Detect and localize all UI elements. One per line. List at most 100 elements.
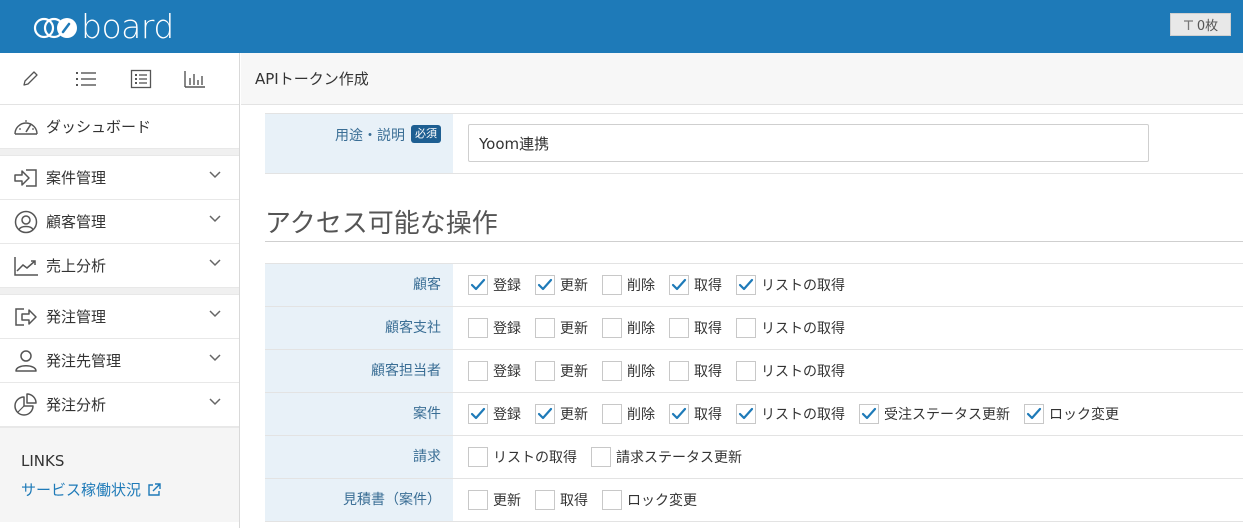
permission-option-label: ロック変更 — [1049, 407, 1119, 423]
sidebar-item-customers[interactable]: 顧客管理 — [0, 200, 239, 244]
links-section: LINKS サービス稼働状況 — [0, 427, 239, 522]
permission-option-label: 登録 — [493, 364, 521, 380]
permission-checkbox[interactable]: リストの取得 — [468, 447, 577, 467]
checkbox-unchecked[interactable] — [535, 318, 555, 338]
permission-checkbox[interactable]: 取得 — [669, 361, 722, 381]
checkbox-checked[interactable] — [468, 275, 488, 295]
app-logo[interactable]: board — [33, 7, 174, 47]
purpose-input[interactable] — [468, 124, 1149, 162]
checkbox-checked[interactable] — [468, 404, 488, 424]
sidebar-item-label: 売上分析 — [46, 257, 107, 275]
checkbox-checked[interactable] — [736, 275, 756, 295]
chevron-down-icon — [209, 398, 221, 406]
permission-checkbox[interactable]: 取得 — [669, 318, 722, 338]
list-icon — [75, 71, 96, 86]
permission-checkbox[interactable]: ロック変更 — [602, 490, 697, 510]
external-link-icon — [148, 482, 161, 496]
page-title: APIトークン作成 — [255, 70, 369, 88]
permission-checkbox[interactable]: 更新 — [535, 361, 588, 381]
permission-option-label: 削除 — [627, 364, 655, 380]
permission-checkbox[interactable]: 削除 — [602, 404, 655, 424]
checkbox-checked[interactable] — [535, 404, 555, 424]
permission-checkbox[interactable]: 登録 — [468, 361, 521, 381]
checkbox-unchecked[interactable] — [535, 361, 555, 381]
checkbox-unchecked[interactable] — [591, 447, 611, 467]
tool-pencil[interactable] — [20, 64, 75, 94]
link-service-status[interactable]: サービス稼働状況 — [21, 479, 239, 500]
permission-checkbox[interactable]: 請求ステータス更新 — [591, 447, 742, 467]
permission-checkbox[interactable]: リストの取得 — [736, 275, 845, 295]
sidebar-item-label: ダッシュボード — [46, 118, 152, 136]
permission-option-label: 更新 — [560, 364, 588, 380]
sidebar-item-dashboard[interactable]: ダッシュボード — [0, 105, 239, 149]
tool-bar-chart[interactable] — [184, 64, 239, 94]
permission-option-label: 更新 — [493, 493, 521, 509]
permission-checkbox[interactable]: 取得 — [535, 490, 588, 510]
permission-row: 顧客支社 登録 更新 削除 取得 リストの取得 — [265, 307, 1243, 350]
checkbox-unchecked[interactable] — [535, 490, 555, 510]
checkbox-unchecked[interactable] — [602, 490, 622, 510]
permission-option-label: 更新 — [560, 407, 588, 423]
permission-checkbox[interactable]: 更新 — [535, 318, 588, 338]
sidebar-divider — [0, 288, 239, 295]
logo-text: board — [81, 7, 174, 46]
sidebar-item-sales-analysis[interactable]: 売上分析 — [0, 244, 239, 288]
permission-option-label: 取得 — [694, 407, 722, 423]
permission-checkbox[interactable]: 受注ステータス更新 — [859, 404, 1010, 424]
permission-checkbox[interactable]: 削除 — [602, 275, 655, 295]
checkbox-checked[interactable] — [736, 404, 756, 424]
permission-option-label: 削除 — [627, 278, 655, 294]
permission-checkbox[interactable]: リストの取得 — [736, 318, 845, 338]
user-circle-icon — [12, 210, 40, 234]
sidebar-item-projects[interactable]: 案件管理 — [0, 156, 239, 200]
checkbox-checked[interactable] — [859, 404, 879, 424]
permission-checkbox[interactable]: リストの取得 — [736, 361, 845, 381]
checkmark-icon — [671, 407, 687, 420]
checkbox-checked[interactable] — [535, 275, 555, 295]
permission-checkbox[interactable]: 更新 — [535, 275, 588, 295]
permission-checkbox[interactable]: 登録 — [468, 275, 521, 295]
permission-checkbox[interactable]: 取得 — [669, 404, 722, 424]
checkbox-unchecked[interactable] — [736, 361, 756, 381]
permission-checkbox[interactable]: リストの取得 — [736, 404, 845, 424]
permission-option-label: リストの取得 — [761, 278, 845, 294]
permission-checkbox[interactable]: 削除 — [602, 318, 655, 338]
permission-checkbox[interactable]: 更新 — [535, 404, 588, 424]
permission-checkbox[interactable]: 削除 — [602, 361, 655, 381]
permission-checkbox[interactable]: 取得 — [669, 275, 722, 295]
checkbox-checked[interactable] — [1024, 404, 1044, 424]
checkbox-unchecked[interactable] — [602, 275, 622, 295]
checkbox-unchecked[interactable] — [669, 318, 689, 338]
tool-document-list[interactable] — [130, 64, 185, 94]
checkbox-unchecked[interactable] — [468, 447, 488, 467]
pin-counter[interactable]: 0枚 — [1170, 13, 1231, 36]
trend-chart-icon — [12, 254, 40, 278]
link-label: サービス稼働状況 — [21, 481, 142, 499]
sidebar-item-orders[interactable]: 発注管理 — [0, 295, 239, 339]
permission-checkbox[interactable]: 更新 — [468, 490, 521, 510]
share-out-icon — [12, 305, 40, 329]
checkbox-unchecked[interactable] — [602, 318, 622, 338]
checkbox-unchecked[interactable] — [468, 361, 488, 381]
permission-label: 顧客担当者 — [265, 350, 453, 392]
permission-option-label: 登録 — [493, 407, 521, 423]
checkmark-icon — [1026, 407, 1042, 420]
checkbox-unchecked[interactable] — [602, 404, 622, 424]
checkbox-unchecked[interactable] — [669, 361, 689, 381]
permission-checkbox[interactable]: 登録 — [468, 404, 521, 424]
permission-option-label: 更新 — [560, 321, 588, 337]
checkbox-checked[interactable] — [669, 275, 689, 295]
checkbox-unchecked[interactable] — [468, 318, 488, 338]
permission-checkbox[interactable]: ロック変更 — [1024, 404, 1119, 424]
sidebar-toolbar — [0, 53, 239, 105]
sidebar-item-order-analysis[interactable]: 発注分析 — [0, 383, 239, 427]
permission-checkbox[interactable]: 登録 — [468, 318, 521, 338]
checkbox-unchecked[interactable] — [602, 361, 622, 381]
checkbox-unchecked[interactable] — [468, 490, 488, 510]
permission-options: リストの取得 請求ステータス更新 — [453, 436, 1243, 478]
document-list-icon — [130, 69, 151, 88]
checkbox-unchecked[interactable] — [736, 318, 756, 338]
checkbox-checked[interactable] — [669, 404, 689, 424]
tool-list[interactable] — [75, 64, 130, 94]
sidebar-item-suppliers[interactable]: 発注先管理 — [0, 339, 239, 383]
